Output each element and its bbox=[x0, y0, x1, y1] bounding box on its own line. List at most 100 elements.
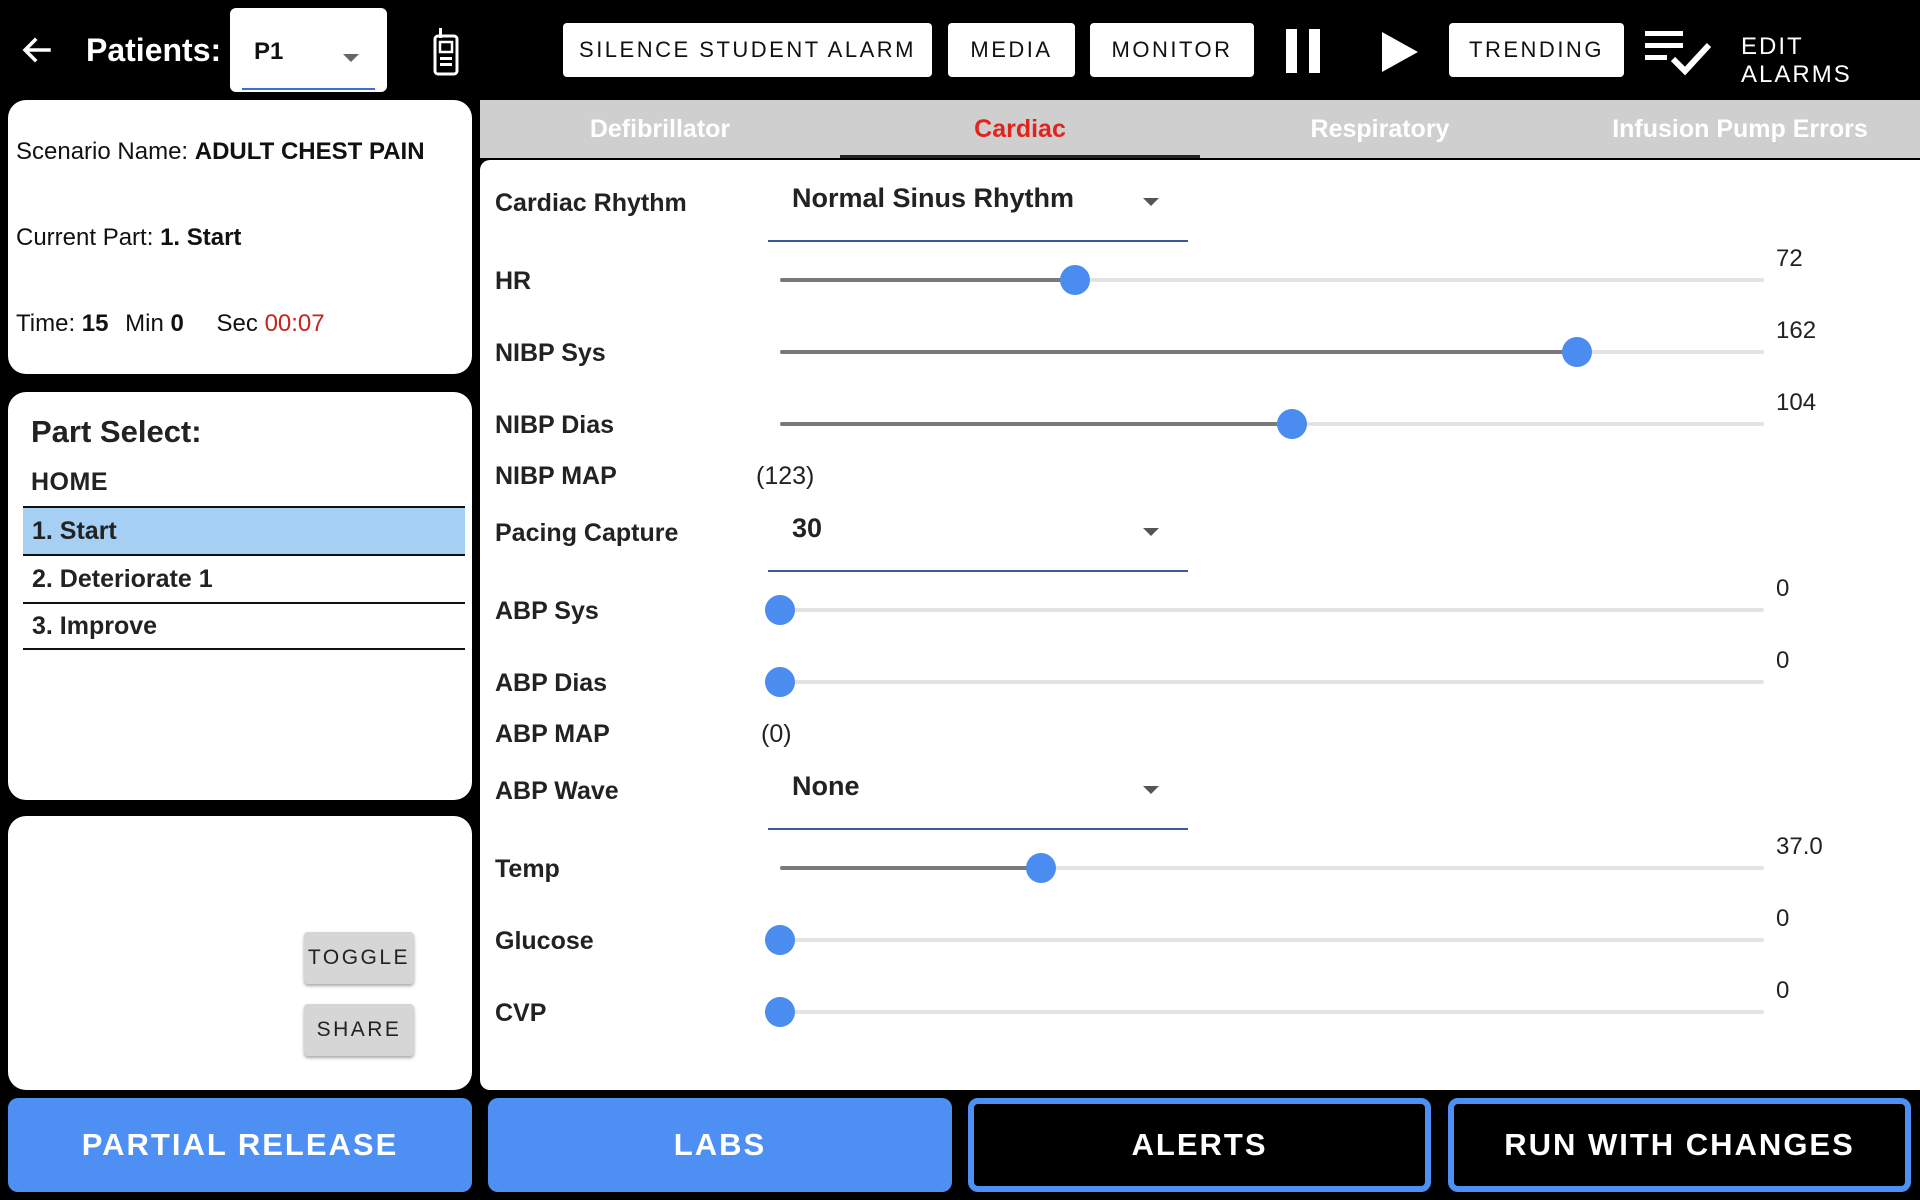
cardiac-rhythm-select[interactable]: Normal Sinus Rhythm bbox=[768, 160, 1188, 242]
nibp-dias-slider[interactable] bbox=[780, 409, 1764, 439]
hr-value: 72 bbox=[1776, 245, 1803, 272]
cvp-slider-thumb[interactable] bbox=[765, 997, 795, 1027]
edit-alarms-button[interactable]: EDIT ALARMS bbox=[1741, 33, 1920, 89]
chevron-down-icon bbox=[1143, 528, 1159, 536]
back-arrow-icon[interactable] bbox=[14, 24, 58, 76]
cvp-slider[interactable] bbox=[765, 997, 1764, 1027]
play-icon[interactable] bbox=[1380, 30, 1420, 74]
time-row: Time: 15 Min 0 Sec 00:07 bbox=[16, 310, 325, 338]
nibp-sys-slider[interactable] bbox=[780, 337, 1764, 367]
abp-sys-value: 0 bbox=[1776, 575, 1790, 602]
nibp-map-value: (123) bbox=[756, 462, 815, 490]
abp-dias-label: ABP Dias bbox=[495, 669, 608, 697]
part-item-improve[interactable]: 3. Improve bbox=[23, 602, 465, 650]
tools-panel: TOGGLE SHARE bbox=[8, 816, 472, 1090]
select-underline bbox=[242, 88, 375, 90]
patient-select-value: P1 bbox=[254, 38, 284, 65]
scenario-info-panel: Scenario Name: ADULT CHEST PAIN Current … bbox=[8, 100, 472, 374]
part-item-start[interactable]: 1. Start bbox=[23, 506, 465, 554]
scenario-name-value: ADULT CHEST PAIN bbox=[194, 138, 425, 165]
chevron-down-icon bbox=[1143, 786, 1159, 794]
pacing-capture-value: 30 bbox=[792, 513, 823, 543]
nibp-sys-label: NIBP Sys bbox=[495, 339, 606, 367]
time-min-value: 15 bbox=[81, 310, 109, 337]
patients-label: Patients: bbox=[86, 32, 222, 68]
tab-defibrillator[interactable]: Defibrillator bbox=[480, 100, 840, 158]
cvp-value: 0 bbox=[1776, 977, 1790, 1004]
part-select-panel: Part Select: HOME 1. Start 2. Deteriorat… bbox=[8, 392, 472, 800]
trending-button[interactable]: TRENDING bbox=[1449, 23, 1624, 77]
pause-icon[interactable] bbox=[1286, 29, 1326, 73]
time-sec-value: 0 bbox=[170, 310, 184, 337]
temp-slider[interactable] bbox=[780, 853, 1764, 883]
top-bar: Patients: P1 SILENCE STUDENT ALARM MEDIA… bbox=[0, 0, 1920, 100]
abp-wave-select[interactable]: None bbox=[768, 748, 1188, 830]
share-button[interactable]: SHARE bbox=[304, 1004, 414, 1056]
toggle-button[interactable]: TOGGLE bbox=[304, 932, 414, 984]
time-label: Time: bbox=[16, 310, 76, 337]
current-part-label: Current Part: bbox=[16, 224, 154, 251]
select-underline bbox=[768, 828, 1188, 830]
glucose-value: 0 bbox=[1776, 905, 1790, 932]
radio-device-icon[interactable] bbox=[430, 26, 462, 76]
select-underline bbox=[768, 570, 1188, 572]
part-select-title: Part Select: bbox=[31, 414, 202, 449]
current-part-value: 1. Start bbox=[160, 224, 242, 251]
scenario-name-label: Scenario Name: bbox=[16, 138, 189, 165]
current-part-row: Current Part: 1. Start bbox=[16, 224, 241, 252]
pacing-capture-label: Pacing Capture bbox=[495, 519, 679, 547]
nibp-dias-label: NIBP Dias bbox=[495, 411, 615, 439]
labs-button[interactable]: LABS bbox=[488, 1098, 952, 1192]
abp-dias-slider-thumb[interactable] bbox=[765, 667, 795, 697]
tab-infusion-pump-errors[interactable]: Infusion Pump Errors bbox=[1560, 100, 1920, 158]
select-underline bbox=[768, 240, 1188, 242]
abp-sys-slider-thumb[interactable] bbox=[765, 595, 795, 625]
abp-sys-label: ABP Sys bbox=[495, 597, 599, 625]
media-button[interactable]: MEDIA bbox=[948, 23, 1075, 77]
chevron-down-icon bbox=[343, 54, 359, 62]
min-label: Min bbox=[125, 310, 164, 337]
checklist-icon[interactable] bbox=[1643, 27, 1713, 77]
temp-value: 37.0 bbox=[1776, 833, 1823, 860]
abp-dias-slider[interactable] bbox=[765, 667, 1764, 697]
hr-slider-thumb[interactable] bbox=[1060, 265, 1091, 295]
nibp-sys-value: 162 bbox=[1776, 317, 1817, 344]
partial-release-button[interactable]: PARTIAL RELEASE bbox=[8, 1098, 472, 1192]
alerts-button[interactable]: ALERTS bbox=[968, 1098, 1431, 1192]
abp-wave-label: ABP Wave bbox=[495, 777, 619, 805]
abp-sys-slider[interactable] bbox=[765, 595, 1764, 625]
run-with-changes-button[interactable]: RUN WITH CHANGES bbox=[1448, 1098, 1911, 1192]
nibp-dias-slider-thumb[interactable] bbox=[1276, 409, 1307, 439]
pacing-capture-select[interactable]: 30 bbox=[768, 490, 1188, 572]
silence-student-alarm-button[interactable]: SILENCE STUDENT ALARM bbox=[563, 23, 932, 77]
abp-wave-value: None bbox=[792, 771, 860, 801]
glucose-label: Glucose bbox=[495, 927, 594, 955]
tab-respiratory[interactable]: Respiratory bbox=[1200, 100, 1560, 158]
monitor-button[interactable]: MONITOR bbox=[1090, 23, 1254, 77]
scenario-name-row: Scenario Name: ADULT CHEST PAIN bbox=[16, 138, 425, 166]
category-tabs: Defibrillator Cardiac Respiratory Infusi… bbox=[480, 100, 1920, 158]
cardiac-rhythm-label: Cardiac Rhythm bbox=[495, 189, 687, 217]
cvp-label: CVP bbox=[495, 999, 547, 1027]
elapsed-timer: 00:07 bbox=[264, 310, 325, 337]
glucose-slider[interactable] bbox=[765, 925, 1764, 955]
tab-cardiac[interactable]: Cardiac bbox=[840, 100, 1200, 158]
glucose-slider-thumb[interactable] bbox=[765, 925, 795, 955]
abp-map-value: (0) bbox=[761, 720, 792, 748]
abp-map-label: ABP MAP bbox=[495, 720, 610, 748]
patient-select[interactable]: P1 bbox=[230, 8, 387, 92]
temp-slider-thumb[interactable] bbox=[1025, 853, 1056, 883]
sec-label: Sec bbox=[216, 310, 258, 337]
cardiac-controls-panel: Cardiac Rhythm Normal Sinus Rhythm HR 72… bbox=[480, 160, 1920, 1090]
nibp-sys-slider-thumb[interactable] bbox=[1562, 337, 1593, 367]
hr-label: HR bbox=[495, 267, 532, 295]
cardiac-rhythm-value: Normal Sinus Rhythm bbox=[792, 183, 1075, 213]
part-home-item[interactable]: HOME bbox=[31, 468, 108, 497]
chevron-down-icon bbox=[1143, 198, 1159, 206]
temp-label: Temp bbox=[495, 855, 560, 883]
hr-slider[interactable] bbox=[780, 265, 1764, 295]
part-list: 1. Start 2. Deteriorate 1 3. Improve bbox=[23, 506, 465, 650]
abp-dias-value: 0 bbox=[1776, 647, 1790, 674]
nibp-dias-value: 104 bbox=[1776, 389, 1817, 416]
part-item-deteriorate-1[interactable]: 2. Deteriorate 1 bbox=[23, 554, 465, 602]
